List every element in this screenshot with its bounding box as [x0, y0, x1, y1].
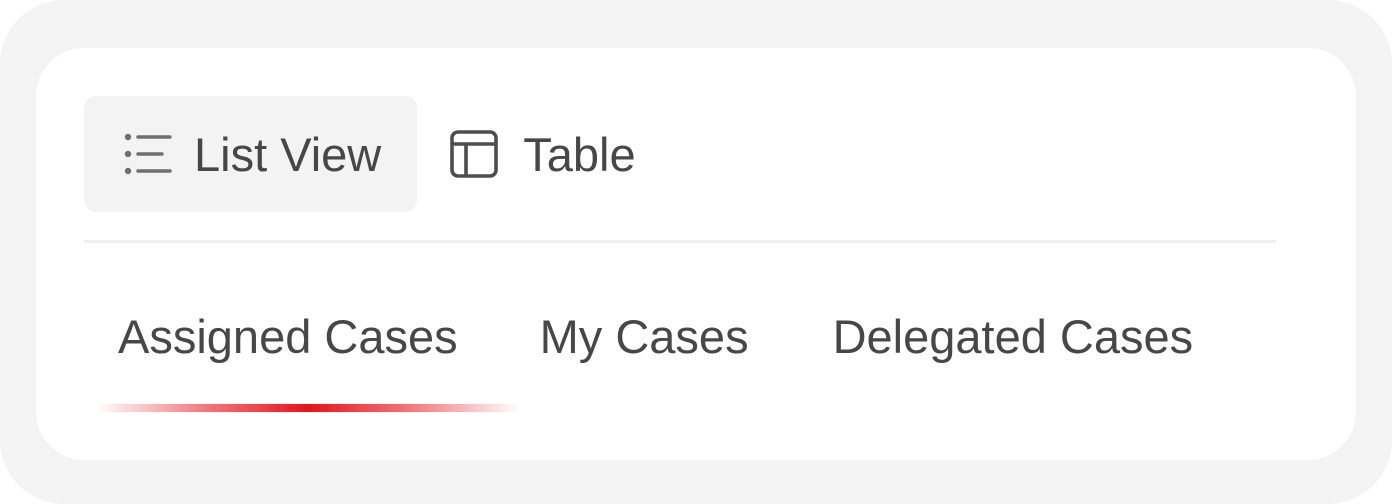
active-tab-indicator: [96, 404, 520, 412]
table-icon: [449, 129, 499, 179]
list-icon: [122, 129, 172, 179]
list-view-button[interactable]: List View: [84, 96, 418, 212]
list-view-label: List View: [194, 127, 382, 181]
view-toggle: List View Table: [84, 96, 672, 212]
tab-assigned-cases[interactable]: Assigned Cases: [118, 288, 458, 384]
case-tabs: Assigned Cases My Cases Delegated Cases: [84, 288, 1193, 384]
section-divider: [84, 240, 1276, 243]
outer-frame: List View Table Assigned Cases My Cases …: [0, 0, 1392, 504]
table-view-button[interactable]: Table: [431, 96, 671, 212]
tab-my-cases[interactable]: My Cases: [540, 288, 749, 384]
view-card: List View Table Assigned Cases My Cases …: [36, 48, 1356, 460]
tab-delegated-cases[interactable]: Delegated Cases: [833, 288, 1194, 384]
table-view-label: Table: [523, 127, 636, 181]
